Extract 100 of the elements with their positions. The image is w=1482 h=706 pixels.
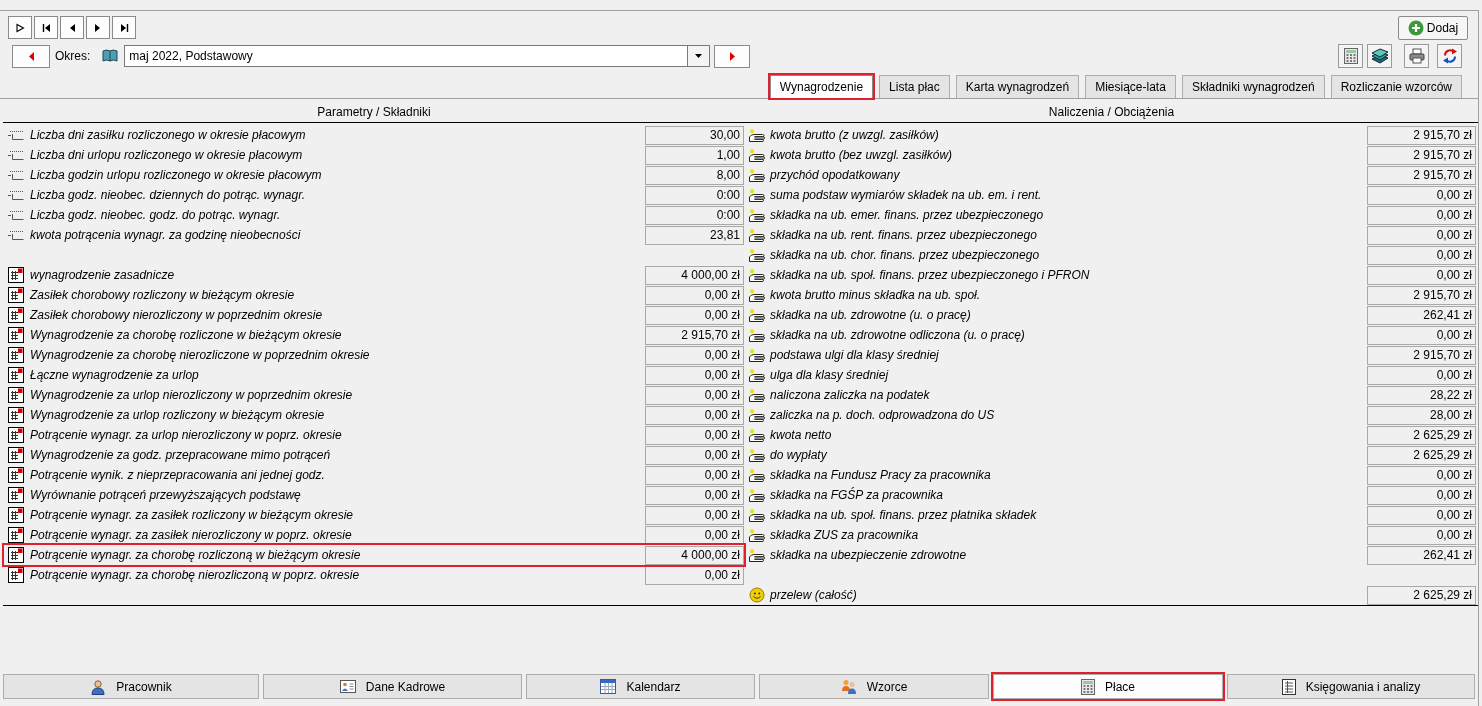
value-field[interactable]: 0,00 zł	[645, 445, 744, 465]
value-field[interactable]: 0,00 zł	[1367, 325, 1476, 345]
smiley-icon	[749, 587, 765, 603]
value-field[interactable]: 30,00	[645, 125, 744, 145]
value-field[interactable]: 0,00 zł	[645, 485, 744, 505]
module-tab[interactable]: Wzorce	[759, 674, 989, 699]
new-record-button[interactable]	[8, 16, 32, 39]
calculator-icon	[1343, 48, 1358, 64]
hand-icon	[749, 228, 765, 242]
hand-icon	[749, 548, 765, 562]
value-field[interactable]: 0,00 zł	[645, 285, 744, 305]
value-field[interactable]: 2 915,70 zł	[1367, 125, 1476, 145]
value-field[interactable]: 0,00 zł	[1367, 185, 1476, 205]
people-icon	[840, 679, 857, 694]
grid-icon	[8, 287, 24, 303]
module-tab[interactable]: Płace	[993, 674, 1223, 699]
tab[interactable]: Miesiące-lata	[1085, 75, 1176, 98]
value-field[interactable]: 0,00 zł	[1367, 265, 1476, 285]
value-field[interactable]: 0,00 zł	[645, 385, 744, 405]
value-field[interactable]: 0:00	[645, 185, 744, 205]
value-field[interactable]: 28,22 zł	[1367, 385, 1476, 405]
next-record-button[interactable]	[86, 16, 110, 39]
hand-icon	[749, 388, 765, 402]
value-field[interactable]: 2 915,70 zł	[645, 325, 744, 345]
charge-label: kwota netto	[770, 428, 833, 442]
module-tab[interactable]: Księgowania i analizy	[1227, 674, 1475, 699]
component-label: Wynagrodzenie za chorobę rozliczone w bieżącym okresie	[30, 328, 343, 342]
hand-icon	[749, 468, 765, 482]
first-record-button[interactable]	[34, 16, 58, 39]
value-field[interactable]: 0,00 zł	[1367, 485, 1476, 505]
value-field[interactable]: 2 625,29 zł	[1367, 425, 1476, 445]
value-field[interactable]: 262,41 zł	[1367, 545, 1476, 565]
value-field[interactable]: 0,00 zł	[1367, 365, 1476, 385]
grid-icon	[8, 467, 24, 483]
add-button[interactable]: Dodaj	[1398, 15, 1468, 40]
value-field[interactable]: 4 000,00 zł	[645, 545, 744, 565]
value-field[interactable]: 0,00 zł	[645, 425, 744, 445]
charge-label: składka na ub. zdrowotne (u. o pracę)	[770, 308, 972, 322]
component-label: Zasiłek chorobowy nierozliczony w poprzednim okresie	[30, 308, 324, 322]
parameter-label: Liczba godz. nieobec. godz. do potrąc. wynagr.	[30, 208, 282, 222]
value-field[interactable]: 28,00 zł	[1367, 405, 1476, 425]
grid-icon	[8, 487, 24, 503]
caret-icon	[695, 54, 703, 58]
value-field[interactable]: 0,00 zł	[1367, 505, 1476, 525]
tab[interactable]: Wynagrodzenie	[769, 75, 874, 98]
value-field[interactable]: 0,00 zł	[645, 305, 744, 325]
value-field[interactable]: 0,00 zł	[645, 465, 744, 485]
value-field[interactable]: 0,00 zł	[645, 365, 744, 385]
value-field[interactable]: 0,00 zł	[645, 345, 744, 365]
grid-icon	[8, 307, 24, 323]
value-field[interactable]: 0,00 zł	[1367, 525, 1476, 545]
layers-button[interactable]	[1367, 44, 1392, 68]
last-record-button[interactable]	[112, 16, 136, 39]
tab[interactable]: Składniki wynagrodzeń	[1181, 75, 1325, 98]
value-field[interactable]: 0,00 zł	[1367, 205, 1476, 225]
value-field[interactable]: 23,81	[645, 225, 744, 245]
previous-record-button[interactable]	[60, 16, 84, 39]
charge-label: składka na FGŚP za pracownika	[770, 488, 944, 502]
previous-period-button[interactable]	[12, 44, 50, 68]
value-field[interactable]: 0,00 zł	[1367, 465, 1476, 485]
value-field[interactable]: 2 915,70 zł	[1367, 145, 1476, 165]
tab[interactable]: Karta wynagrodzeń	[955, 75, 1080, 98]
grid-icon	[8, 347, 24, 363]
value-field[interactable]: 2 915,70 zł	[1367, 345, 1476, 365]
print-button[interactable]	[1404, 44, 1429, 68]
value-field[interactable]: 0,00 zł	[1367, 225, 1476, 245]
value-field[interactable]: 2 625,29 zł	[1367, 445, 1476, 465]
refresh-button[interactable]	[1437, 44, 1462, 68]
value-field[interactable]: 8,00	[645, 165, 744, 185]
dropdown-button[interactable]	[688, 45, 711, 67]
dotted-line-icon	[8, 150, 24, 160]
component-label: Wynagrodzenie za godz. przepracowane mimo potrąceń	[30, 448, 332, 462]
value-field[interactable]: 262,41 zł	[1367, 305, 1476, 325]
component-label: wynagrodzenie zasadnicze	[30, 268, 176, 282]
calculator-button[interactable]	[1338, 44, 1363, 68]
refresh-icon	[1441, 48, 1458, 64]
value-field[interactable]: 0,00 zł	[645, 565, 744, 585]
value-field[interactable]: 0,00 zł	[1367, 245, 1476, 265]
value-field[interactable]: 0,00 zł	[645, 525, 744, 545]
total-field[interactable]: 2 625,29 zł	[1367, 585, 1476, 605]
tab[interactable]: Rozliczanie wzorców	[1330, 75, 1462, 98]
value-field[interactable]: 1,00	[645, 145, 744, 165]
module-tab[interactable]: Kalendarz	[526, 674, 755, 699]
value-field[interactable]: 0:00	[645, 205, 744, 225]
hand-icon	[749, 508, 765, 522]
module-tab[interactable]: Dane Kadrowe	[263, 674, 522, 699]
module-tab[interactable]: Pracownik	[3, 674, 259, 699]
tab[interactable]: Lista płac	[879, 75, 950, 98]
next-period-button[interactable]	[714, 44, 751, 68]
charge-label: kwota brutto (bez uwzgl. zasiłków)	[770, 148, 954, 162]
value-field[interactable]: 2 915,70 zł	[1367, 165, 1476, 185]
value-field[interactable]: 0,00 zł	[645, 505, 744, 525]
value-field[interactable]: 2 915,70 zł	[1367, 285, 1476, 305]
plus-icon	[1407, 19, 1424, 36]
period-field[interactable]: maj 2022, Podstawowy	[124, 45, 689, 67]
calculator-icon	[1081, 678, 1095, 695]
value-field[interactable]: 4 000,00 zł	[645, 265, 744, 285]
charge-label: składka na Fundusz Pracy za pracownika	[770, 468, 992, 482]
value-field[interactable]: 0,00 zł	[645, 405, 744, 425]
charge-label: zaliczka na p. doch. odprowadzona do US	[770, 408, 996, 422]
